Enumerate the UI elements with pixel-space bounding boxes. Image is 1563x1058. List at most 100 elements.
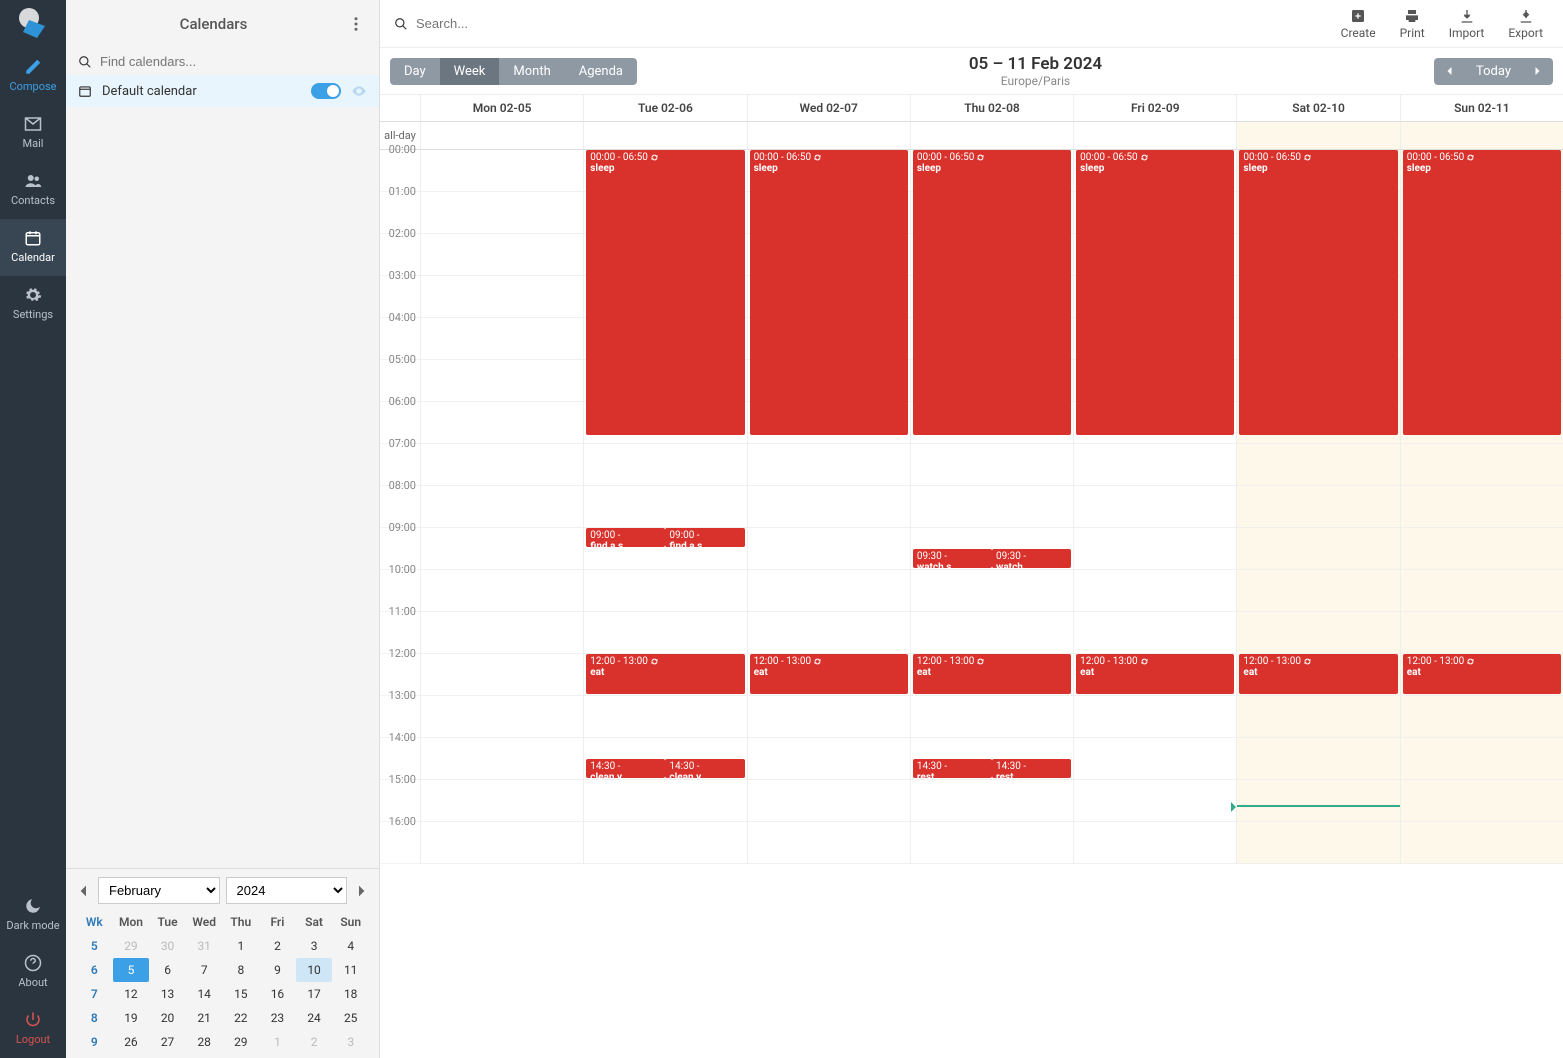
print-button[interactable]: Print (1400, 8, 1425, 40)
logout-button[interactable]: Logout (0, 1001, 66, 1058)
mini-day-cell[interactable]: 19 (113, 1006, 150, 1030)
hour-cell[interactable] (1074, 780, 1236, 822)
hour-cell[interactable] (421, 318, 583, 360)
hour-cell[interactable] (911, 696, 1073, 738)
event[interactable]: 00:00 - 06:50sleep (1403, 150, 1561, 435)
hour-cell[interactable] (1074, 612, 1236, 654)
hour-cell[interactable] (1237, 738, 1399, 780)
hour-cell[interactable] (1074, 570, 1236, 612)
event[interactable]: 12:00 - 13:00eat (1076, 654, 1234, 694)
hour-cell[interactable] (584, 822, 746, 864)
mail-button[interactable]: Mail (0, 105, 66, 162)
hour-cell[interactable] (1237, 612, 1399, 654)
hour-cell[interactable] (1074, 528, 1236, 570)
event[interactable]: 12:00 - 13:00eat (1239, 654, 1397, 694)
mini-day-cell[interactable]: 13 (149, 982, 186, 1006)
next-month-icon[interactable] (353, 883, 369, 899)
hour-cell[interactable] (748, 444, 910, 486)
event[interactable]: 09:00 -find a s (586, 528, 665, 547)
mini-week-number[interactable]: 6 (76, 958, 113, 982)
calendar-button[interactable]: Calendar (0, 219, 66, 276)
mini-day-cell[interactable]: 11 (332, 958, 369, 982)
event[interactable]: 12:00 - 13:00eat (1403, 654, 1561, 694)
mini-day-cell[interactable]: 25 (332, 1006, 369, 1030)
mini-day-cell[interactable]: 14 (186, 982, 223, 1006)
hour-cell[interactable] (421, 738, 583, 780)
mini-day-cell[interactable]: 5 (113, 958, 150, 982)
day-column[interactable]: 00:00 - 06:50sleep 12:00 - 13:00eat (1073, 150, 1236, 864)
prev-week-button[interactable] (1434, 59, 1466, 83)
events-search-input[interactable] (416, 16, 1307, 31)
event[interactable]: 14:30 -clean y (586, 759, 665, 778)
hour-cell[interactable] (421, 276, 583, 318)
mini-day-cell[interactable]: 8 (223, 958, 260, 982)
hour-cell[interactable] (421, 486, 583, 528)
mini-week-number[interactable]: 7 (76, 982, 113, 1006)
hour-cell[interactable] (584, 570, 746, 612)
darkmode-button[interactable]: Dark mode (0, 887, 66, 944)
event[interactable]: 00:00 - 06:50sleep (913, 150, 1071, 435)
hour-cell[interactable] (1074, 486, 1236, 528)
hour-cell[interactable] (1074, 444, 1236, 486)
mini-day-cell[interactable]: 26 (113, 1030, 150, 1054)
allday-cell[interactable] (1400, 122, 1563, 150)
mini-day-cell[interactable]: 24 (296, 1006, 333, 1030)
hour-cell[interactable] (584, 612, 746, 654)
hour-cell[interactable] (748, 738, 910, 780)
hour-cell[interactable] (584, 444, 746, 486)
hour-cell[interactable] (421, 150, 583, 192)
export-button[interactable]: Export (1508, 8, 1543, 40)
event[interactable]: 12:00 - 13:00eat (750, 654, 908, 694)
event[interactable]: 00:00 - 06:50sleep (586, 150, 744, 435)
event[interactable]: 14:30 -rest (913, 759, 992, 778)
calendar-search-input[interactable] (100, 54, 367, 69)
day-header[interactable]: Wed 02-07 (747, 95, 910, 122)
year-select[interactable]: 2024 (226, 877, 348, 904)
day-column[interactable]: 00:00 - 06:50sleep09:30 -watch s09:30 -w… (910, 150, 1073, 864)
hour-cell[interactable] (1401, 738, 1563, 780)
mini-week-number[interactable]: 9 (76, 1030, 113, 1054)
hour-cell[interactable] (1074, 822, 1236, 864)
event[interactable]: 14:30 -rest (992, 759, 1071, 778)
event[interactable]: 00:00 - 06:50sleep (1239, 150, 1397, 435)
day-column[interactable]: 00:00 - 06:50sleep 12:00 - 13:00eat (747, 150, 910, 864)
hour-cell[interactable] (748, 780, 910, 822)
hour-cell[interactable] (1237, 780, 1399, 822)
day-header[interactable]: Mon 02-05 (420, 95, 583, 122)
mini-day-cell[interactable]: 31 (186, 934, 223, 958)
mini-day-cell[interactable]: 28 (186, 1030, 223, 1054)
mini-day-cell[interactable]: 17 (296, 982, 333, 1006)
mini-day-cell[interactable]: 7 (186, 958, 223, 982)
event[interactable]: 00:00 - 06:50sleep (1076, 150, 1234, 435)
hour-cell[interactable] (421, 612, 583, 654)
event[interactable]: 09:30 -watch s (913, 549, 992, 568)
mini-day-cell[interactable]: 16 (259, 982, 296, 1006)
create-button[interactable]: Create (1341, 8, 1376, 40)
more-icon[interactable] (347, 15, 365, 33)
day-header[interactable]: Sun 02-11 (1400, 95, 1563, 122)
hour-cell[interactable] (421, 570, 583, 612)
hour-cell[interactable] (748, 570, 910, 612)
event[interactable]: 00:00 - 06:50sleep (750, 150, 908, 435)
day-header[interactable]: Thu 02-08 (910, 95, 1073, 122)
hour-cell[interactable] (911, 444, 1073, 486)
hour-cell[interactable] (1237, 570, 1399, 612)
mini-day-cell[interactable]: 2 (259, 934, 296, 958)
hour-cell[interactable] (584, 486, 746, 528)
mini-day-cell[interactable]: 21 (186, 1006, 223, 1030)
hour-cell[interactable] (421, 234, 583, 276)
hour-cell[interactable] (421, 822, 583, 864)
hour-cell[interactable] (748, 822, 910, 864)
mini-day-cell[interactable]: 18 (332, 982, 369, 1006)
hour-cell[interactable] (421, 360, 583, 402)
prev-month-icon[interactable] (76, 883, 92, 899)
mini-week-number[interactable]: 8 (76, 1006, 113, 1030)
mini-day-cell[interactable]: 1 (259, 1030, 296, 1054)
day-column[interactable]: 00:00 - 06:50sleep09:00 -find a s09:00 -… (583, 150, 746, 864)
hour-cell[interactable] (421, 780, 583, 822)
event[interactable]: 14:30 -clean y (665, 759, 744, 778)
hour-cell[interactable] (911, 486, 1073, 528)
mini-day-cell[interactable]: 15 (223, 982, 260, 1006)
mini-day-cell[interactable]: 10 (296, 958, 333, 982)
mini-day-cell[interactable]: 4 (332, 934, 369, 958)
